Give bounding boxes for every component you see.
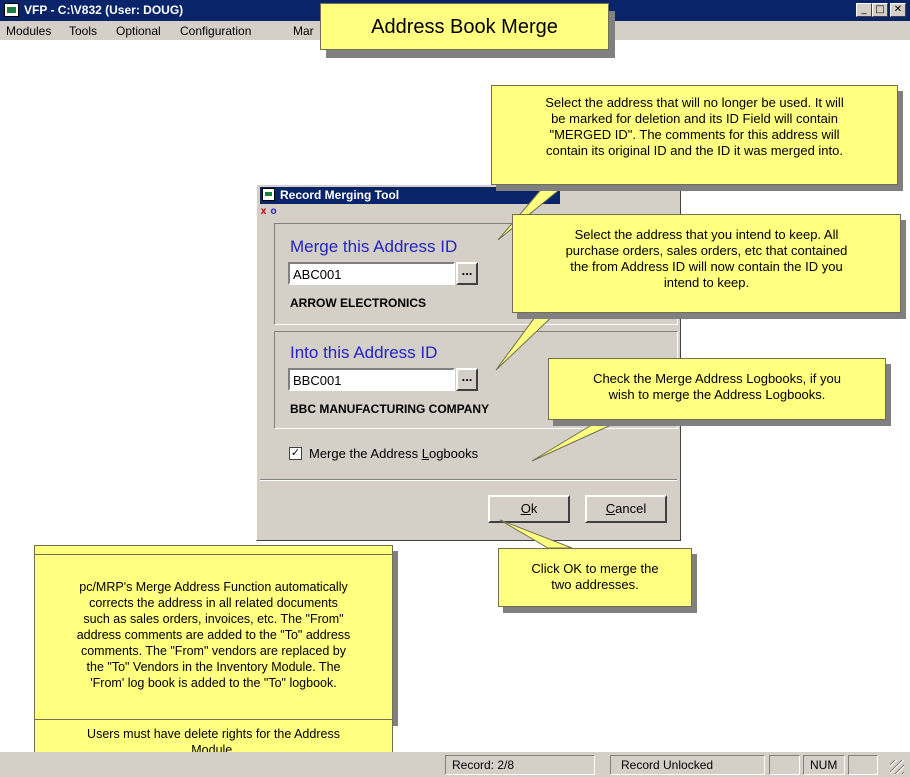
callout-line: corrects the address in all related docu… <box>89 596 338 610</box>
callout-keep: Select the address that you intend to ke… <box>512 214 901 313</box>
callout-line: "MERGED ID". The comments for this addre… <box>549 127 840 142</box>
callout-ok: Click OK to merge the two addresses. <box>498 548 692 607</box>
callout-line: 'From' log book is added to the "To" log… <box>90 676 337 690</box>
callout-line: Select the address that will no longer b… <box>545 95 844 110</box>
ok-button[interactable]: Ok <box>488 495 570 523</box>
minimize-button[interactable]: _ <box>856 3 872 17</box>
callout-line: the from Address ID will now contain the… <box>570 259 843 274</box>
callout-line: Users must have delete rights for the Ad… <box>87 727 340 741</box>
menu-modules[interactable]: Modules <box>6 24 51 38</box>
status-pane-blank-2 <box>848 755 878 775</box>
merge-from-lookup-button[interactable]: ... <box>456 262 478 285</box>
cancel-button-label: ancel <box>615 501 647 516</box>
callout-line: the "To" Vendors in the Inventory Module… <box>86 660 341 674</box>
resize-grip-icon[interactable] <box>890 760 904 774</box>
callout-line: contain its original ID and the ID it wa… <box>546 143 843 158</box>
status-pane-blank-1 <box>769 755 800 775</box>
callout-line: Select the address that you intend to ke… <box>574 227 839 242</box>
merge-logbooks-checkbox[interactable]: ✓ <box>289 447 302 460</box>
callout-line: such as sales orders, invoices, etc. The… <box>83 612 344 626</box>
callout-line: comments. The "From" vendors are replace… <box>80 644 346 658</box>
status-record-lock: Record Unlocked <box>610 755 765 775</box>
callout-no-longer-used: Select the address that will no longer b… <box>491 85 898 185</box>
banner-title: Address Book Merge <box>320 3 609 50</box>
close-button[interactable]: ✕ <box>890 3 906 17</box>
merge-logbooks-label-post: ogbooks <box>428 446 479 461</box>
status-record-count: Record: 2/8 <box>445 755 595 775</box>
callout-line: purchase orders, sales orders, etc that … <box>565 243 848 258</box>
cancel-button-hotkey: C <box>605 501 616 516</box>
callout-line: two addresses. <box>551 577 639 592</box>
merge-logbooks-label-hotkey: L <box>421 446 429 461</box>
callout-line: be marked for deletion and its ID Field … <box>551 111 838 126</box>
callout-logbooks: Check the Merge Address Logbooks, if you… <box>548 358 886 420</box>
merge-into-id-field[interactable]: BBC001 <box>288 368 455 391</box>
dialog-mini-option-icon[interactable]: o <box>269 207 278 217</box>
menu-tools[interactable]: Tools <box>69 24 97 38</box>
callout-rule <box>35 554 392 555</box>
cancel-button[interactable]: Cancel <box>585 495 667 523</box>
merge-from-name: ARROW ELECTRONICS <box>290 296 426 310</box>
merge-into-name: BBC MANUFACTURING COMPANY <box>290 402 490 416</box>
merge-logbooks-label-pre: Merge the Address <box>309 446 422 461</box>
dialog-title: Record Merging Tool <box>280 188 400 202</box>
callout-line: Check the Merge Address Logbooks, if you <box>593 371 841 386</box>
dialog-app-icon <box>262 188 275 201</box>
dialog-mini-close-icon[interactable]: x <box>259 207 268 217</box>
callout-line: address comments are added to the "To" a… <box>76 628 351 642</box>
ok-button-hotkey: O <box>520 501 531 516</box>
merge-into-lookup-button[interactable]: ... <box>456 368 478 391</box>
merge-logbooks-label[interactable]: Merge the Address Logbooks <box>309 446 478 461</box>
callout-line: wish to merge the Address Logbooks. <box>608 387 826 402</box>
window-title: VFP - C:\V832 (User: DOUG) <box>24 3 184 17</box>
callout-line: Click OK to merge the <box>531 561 659 576</box>
ok-button-label: k <box>530 501 538 516</box>
menu-optional[interactable]: Optional <box>116 24 161 38</box>
callout-function-description: pc/MRP's Merge Address Function automati… <box>34 545 393 720</box>
merge-from-heading: Merge this Address ID <box>290 237 458 256</box>
app-icon[interactable] <box>4 3 19 17</box>
maximize-button[interactable]: □ <box>872 3 888 17</box>
callout-line: intend to keep. <box>663 275 750 290</box>
menu-configuration[interactable]: Configuration <box>180 24 251 38</box>
dialog-divider <box>260 479 677 481</box>
merge-into-heading: Into this Address ID <box>290 343 438 362</box>
status-num-lock: NUM <box>803 755 845 775</box>
menu-truncated[interactable]: Mar <box>293 24 314 38</box>
callout-line: pc/MRP's Merge Address Function automati… <box>79 580 348 594</box>
merge-from-id-field[interactable]: ABC001 <box>288 262 455 285</box>
